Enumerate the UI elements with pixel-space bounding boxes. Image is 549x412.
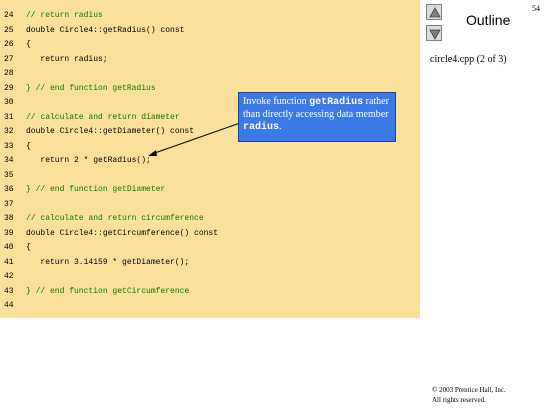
code-line: 37 bbox=[0, 198, 420, 211]
code-text: return 2 * getRadius(); bbox=[26, 156, 151, 165]
previous-slide-button[interactable] bbox=[426, 4, 442, 20]
code-text: { bbox=[26, 40, 31, 49]
line-number: 26 bbox=[4, 40, 14, 49]
line-number: 43 bbox=[4, 286, 14, 296]
callout-code-getradius: getRadius bbox=[309, 97, 364, 108]
code-line: 34 return 2 * getRadius(); bbox=[0, 154, 420, 167]
line-number: 32 bbox=[4, 127, 14, 136]
line-number: 25 bbox=[4, 25, 14, 35]
page-number: 54 bbox=[532, 4, 540, 13]
code-line: 38 // calculate and return circumference bbox=[0, 212, 420, 225]
code-text: // return radius bbox=[26, 11, 103, 20]
code-line: 43 } // end function getCircumference bbox=[0, 285, 420, 298]
code-line: 41 return 3.14159 * getDiameter(); bbox=[0, 256, 420, 269]
code-text: { bbox=[26, 141, 31, 151]
copyright-notice: © 2003 Prentice Hall, Inc. All rights re… bbox=[432, 385, 546, 405]
code-line: 26 { bbox=[0, 38, 420, 51]
code-line: 44 bbox=[0, 299, 420, 312]
line-number: 40 bbox=[4, 243, 14, 252]
code-line: 25 double Circle4::getRadius() const bbox=[0, 24, 420, 37]
copyright-line-1: © 2003 Prentice Hall, Inc. bbox=[432, 386, 506, 394]
line-number: 35 bbox=[4, 170, 14, 180]
code-line: 39 double Circle4::getCircumference() con… bbox=[0, 227, 420, 240]
line-number: 31 bbox=[4, 112, 14, 122]
code-text: } // end function getCircumference bbox=[26, 286, 190, 296]
callout-code-radius: radius bbox=[243, 122, 280, 133]
code-line: 35 bbox=[0, 169, 420, 182]
line-number: 41 bbox=[4, 257, 14, 267]
outline-title: Outline bbox=[466, 12, 511, 28]
code-text: // calculate and return diameter bbox=[26, 112, 180, 122]
line-number: 34 bbox=[4, 156, 14, 165]
code-line: 28 bbox=[0, 67, 420, 80]
code-text: // calculate and return circumference bbox=[26, 214, 204, 223]
line-number: 38 bbox=[4, 214, 14, 223]
code-line: 42 bbox=[0, 270, 420, 283]
line-number: 44 bbox=[4, 301, 14, 310]
line-number: 36 bbox=[4, 185, 14, 194]
line-number: 42 bbox=[4, 272, 14, 281]
callout-text-before: Invoke function bbox=[243, 96, 310, 107]
code-text: return 3.14159 * getDiameter(); bbox=[26, 257, 190, 267]
line-number: 33 bbox=[4, 141, 14, 151]
line-number: 39 bbox=[4, 228, 14, 238]
triangle-up-icon bbox=[429, 7, 441, 18]
code-text: double Circle4::getCircumference() const bbox=[26, 228, 219, 238]
line-number: 30 bbox=[4, 98, 14, 107]
code-text: } // end function getRadius bbox=[26, 83, 156, 93]
line-number: 24 bbox=[4, 11, 14, 20]
code-line: 24 // return radius bbox=[0, 9, 420, 22]
next-slide-button[interactable] bbox=[426, 25, 442, 41]
copyright-line-2: All rights reserved. bbox=[432, 396, 486, 404]
code-text: return radius; bbox=[26, 54, 108, 64]
line-number: 28 bbox=[4, 69, 14, 78]
file-label: circle4.cpp (2 of 3) bbox=[430, 54, 507, 65]
code-panel: 24 // return radius25 double Circle4::getR… bbox=[0, 0, 420, 318]
callout-box: Invoke function getRadius rather than di… bbox=[238, 92, 396, 142]
code-text: { bbox=[26, 243, 31, 252]
code-line: 40 { bbox=[0, 241, 420, 254]
code-line: 27 return radius; bbox=[0, 53, 420, 66]
line-number: 37 bbox=[4, 199, 14, 209]
callout-text-after: . bbox=[279, 121, 282, 132]
line-number: 27 bbox=[4, 54, 14, 64]
code-line: 36 } // end function getDiameter bbox=[0, 183, 420, 196]
line-number: 29 bbox=[4, 83, 14, 93]
code-text: double Circle4::getRadius() const bbox=[26, 25, 185, 35]
code-text: } // end function getDiameter bbox=[26, 185, 166, 194]
code-text: double Circle4::getDiameter() const bbox=[26, 127, 195, 136]
triangle-down-icon bbox=[429, 29, 441, 40]
